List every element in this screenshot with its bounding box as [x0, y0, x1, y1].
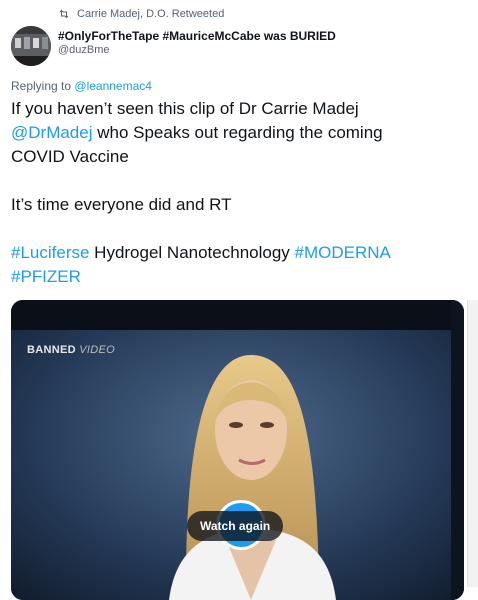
replying-to-prefix: Replying to: [11, 79, 72, 93]
scrollbar[interactable]: [467, 300, 478, 587]
hashtag-luciferse-link[interactable]: #Luciferse: [11, 243, 89, 262]
author-block[interactable]: #OnlyForTheTape #MauriceMcCabe was BURIE…: [58, 29, 336, 58]
banned-label-italic: VIDEO: [79, 344, 115, 356]
video-player[interactable]: BANNED VIDEO Watch again: [11, 300, 464, 600]
hydrogel-text: Hydrogel Nanotechnology: [89, 243, 295, 262]
retweet-icon: [59, 9, 69, 19]
tweet-line-1: If you haven’t seen this clip of Dr Carr…: [11, 99, 359, 118]
tweet-line-2: @DrMadej who Speaks out regarding the co…: [11, 121, 471, 145]
retweet-indicator: Carrie Madej, D.O. Retweeted: [58, 8, 224, 20]
banned-video-watermark: BANNED VIDEO: [27, 344, 115, 356]
tweet-line-2-text: who Speaks out regarding the coming: [92, 123, 383, 142]
tweet-line-3: COVID Vaccine: [11, 147, 129, 166]
reply-mention-link[interactable]: @leannemac4: [74, 79, 152, 93]
hashtag-moderna-link[interactable]: #MODERNA: [295, 243, 391, 262]
author-handle[interactable]: @duzBme: [58, 44, 336, 58]
tweet-text: If you haven’t seen this clip of Dr Carr…: [11, 97, 471, 289]
avatar[interactable]: [11, 26, 51, 66]
drmadej-mention-link[interactable]: @DrMadej: [11, 123, 93, 142]
replying-to: Replying to @leannemac4: [11, 79, 152, 93]
avatar-image: [11, 26, 51, 66]
banned-label-bold: BANNED: [27, 344, 76, 356]
tweet-hashtag-line-2: #PFIZER: [11, 265, 471, 289]
retweet-text[interactable]: Carrie Madej, D.O. Retweeted: [77, 8, 224, 20]
tweet-para-2: It’s time everyone did and RT: [11, 195, 232, 214]
author-display-name[interactable]: #OnlyForTheTape #MauriceMcCabe was BURIE…: [58, 29, 336, 44]
watch-again-button[interactable]: Watch again: [187, 511, 284, 541]
tweet-hashtag-line: #Luciferse Hydrogel Nanotechnology #MODE…: [11, 241, 471, 265]
hashtag-pfizer-link[interactable]: #PFIZER: [11, 267, 81, 286]
